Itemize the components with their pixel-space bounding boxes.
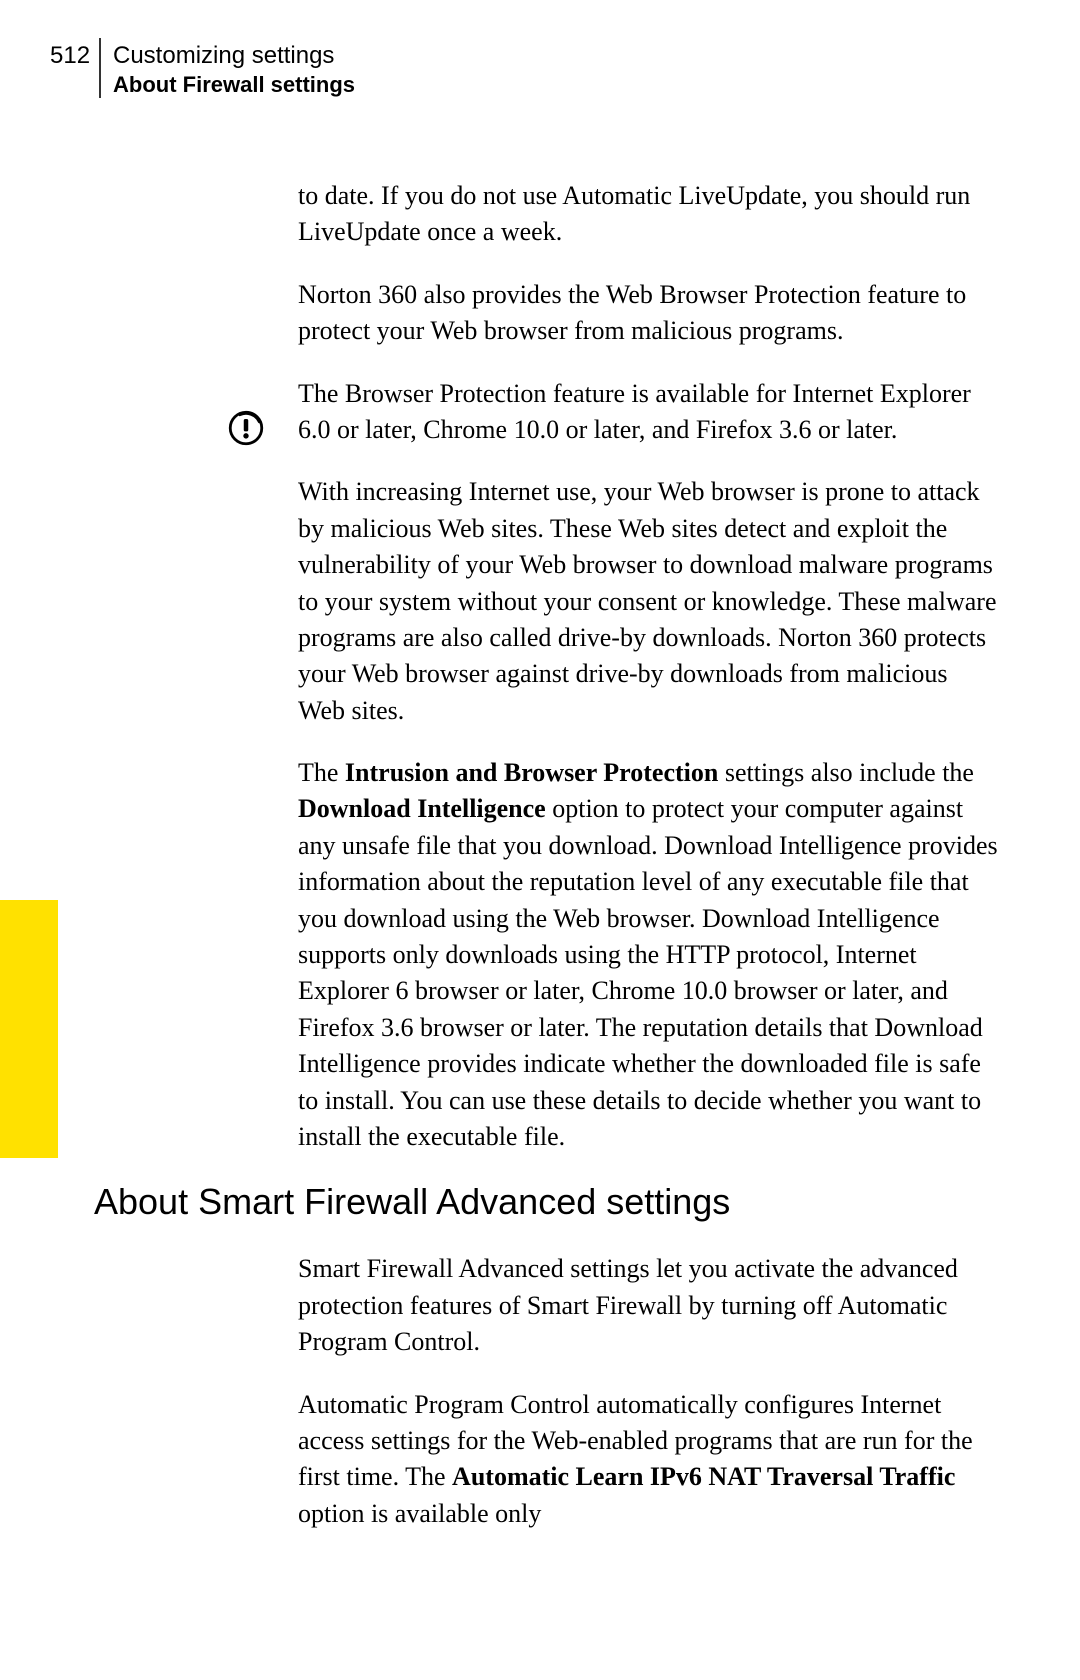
warning-icon — [228, 410, 264, 451]
paragraph: to date. If you do not use Automatic Liv… — [298, 178, 998, 251]
note-paragraph: The Browser Protection feature is availa… — [298, 376, 998, 449]
bold-term: Intrusion and Browser Protection — [345, 758, 718, 787]
section-heading: About Smart Firewall Advanced settings — [94, 1181, 998, 1223]
header-divider — [99, 38, 101, 98]
bold-term: Download Intelligence — [298, 794, 546, 823]
page-number: 512 — [50, 42, 90, 70]
bold-term: Automatic Learn IPv6 NAT Traversal Traff… — [452, 1462, 955, 1491]
paragraph: Norton 360 also provides the Web Browser… — [298, 277, 998, 350]
header-section: About Firewall settings — [113, 72, 355, 98]
text-run: option to protect your computer against … — [298, 794, 998, 1151]
paragraph: The Intrusion and Browser Protection set… — [298, 755, 998, 1155]
header-chapter: Customizing settings — [113, 42, 334, 70]
page-edge-tab — [0, 900, 58, 1158]
text-run: settings also include the — [718, 758, 974, 787]
text-run: option is available only — [298, 1499, 541, 1528]
paragraph: With increasing Internet use, your Web b… — [298, 474, 998, 729]
paragraph: Smart Firewall Advanced settings let you… — [298, 1251, 998, 1360]
paragraph: Automatic Program Control automatically … — [298, 1387, 998, 1533]
text-run: The — [298, 758, 345, 787]
content-body: to date. If you do not use Automatic Liv… — [298, 178, 998, 1558]
